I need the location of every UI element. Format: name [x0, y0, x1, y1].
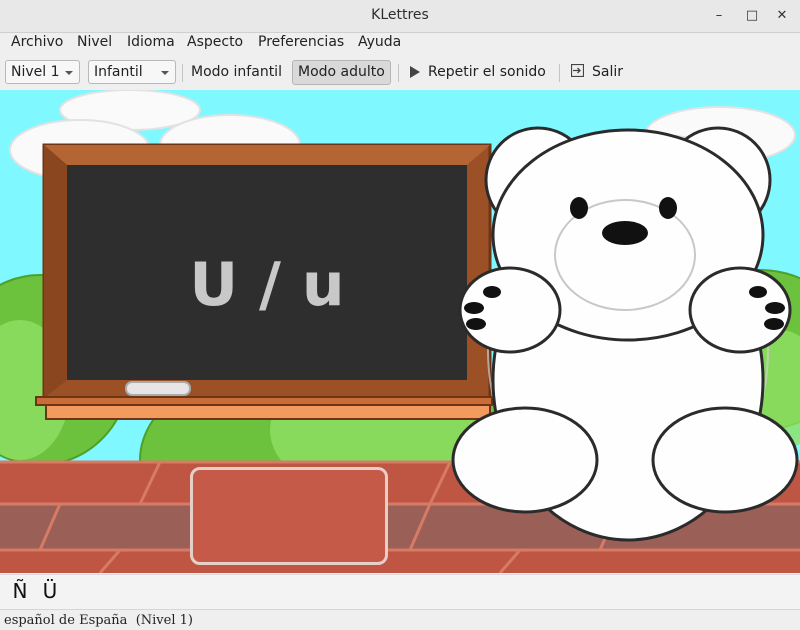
- toolbar-separator: [559, 64, 560, 82]
- menu-archivo[interactable]: Archivo: [10, 34, 64, 50]
- chevron-down-icon: [161, 71, 169, 75]
- menu-nivel[interactable]: Nivel: [76, 34, 113, 50]
- close-button[interactable]: ✕: [772, 6, 792, 26]
- board-letter: U / u: [189, 250, 345, 320]
- play-icon[interactable]: [410, 66, 420, 78]
- menu-aspecto[interactable]: Aspecto: [186, 34, 244, 50]
- repeat-sound-button[interactable]: Repetir el sonido: [423, 60, 551, 85]
- scene-background: [0, 90, 800, 573]
- window-title: KLettres: [371, 7, 429, 23]
- toolbar-separator: [398, 64, 399, 82]
- toolbar: Nivel 1 Infantil Modo infantil Modo adul…: [0, 56, 800, 91]
- game-scene: U / u: [0, 90, 800, 573]
- menu-bar: Archivo Nivel Idioma Aspecto Preferencia…: [0, 33, 800, 55]
- char-button-u-umlaut[interactable]: Ü: [38, 579, 62, 603]
- special-chars-bar: Ñ Ü: [0, 574, 800, 609]
- exit-icon[interactable]: [571, 64, 584, 77]
- level-combo[interactable]: Nivel 1: [5, 60, 80, 84]
- level-combo-value: Nivel 1: [11, 64, 60, 80]
- menu-idioma[interactable]: Idioma: [126, 34, 176, 50]
- status-bar: español de España (Nivel 1): [0, 609, 800, 630]
- status-text: español de España (Nivel 1): [4, 613, 193, 628]
- minimize-button[interactable]: –: [709, 6, 729, 26]
- quit-button[interactable]: Salir: [587, 60, 628, 85]
- menu-preferencias[interactable]: Preferencias: [257, 34, 345, 50]
- kid-mode-button[interactable]: Modo infantil: [186, 60, 287, 85]
- char-button-enye[interactable]: Ñ: [8, 579, 32, 603]
- title-bar: KLettres – □ ✕: [0, 0, 800, 33]
- theme-combo[interactable]: Infantil: [88, 60, 176, 84]
- theme-combo-value: Infantil: [94, 64, 143, 80]
- maximize-button[interactable]: □: [742, 6, 762, 26]
- answer-input[interactable]: [190, 467, 388, 565]
- chevron-down-icon: [65, 71, 73, 75]
- menu-ayuda[interactable]: Ayuda: [357, 34, 402, 50]
- toolbar-separator: [182, 64, 183, 82]
- adult-mode-button[interactable]: Modo adulto: [292, 60, 391, 85]
